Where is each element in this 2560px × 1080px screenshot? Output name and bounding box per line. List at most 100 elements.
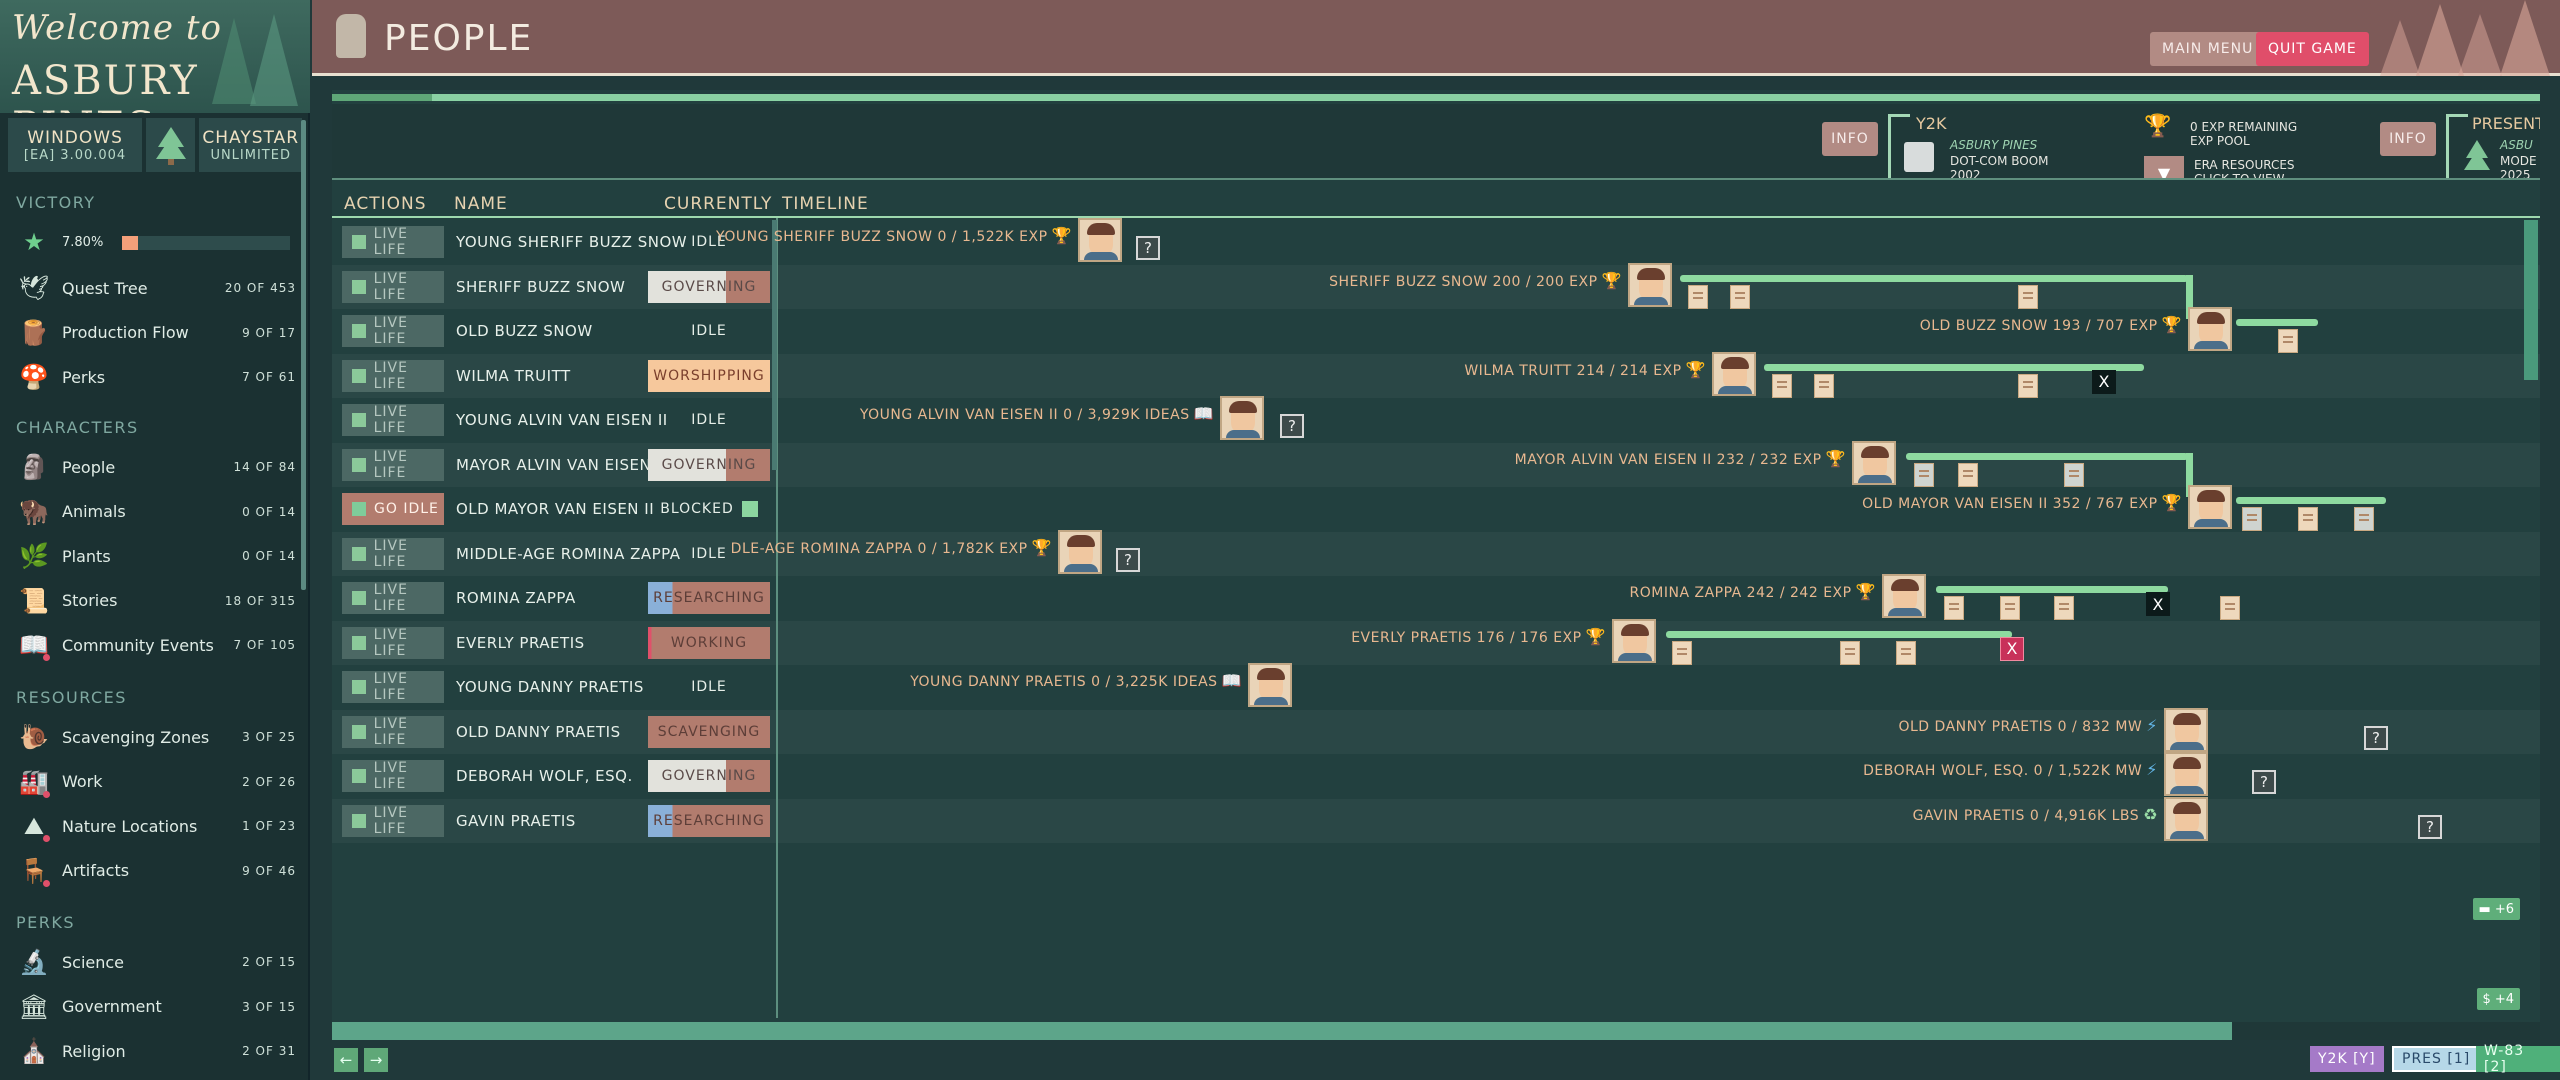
story-card-icon[interactable]	[1958, 462, 1978, 487]
go-idle-button[interactable]: GO IDLE	[342, 493, 444, 525]
story-card-icon[interactable]	[2018, 284, 2038, 309]
live-life-button[interactable]: LIVE LIFE	[342, 315, 444, 347]
close-icon[interactable]: X	[2146, 592, 2170, 616]
sidebar-item-production-flow[interactable]: 🪵 Production Flow 9 OF 17	[14, 313, 304, 353]
person-name[interactable]: OLD MAYOR VAN EISEN II	[456, 487, 654, 531]
portrait-avatar[interactable]	[2164, 752, 2208, 796]
story-card-icon[interactable]	[2298, 507, 2318, 531]
story-card-icon[interactable]	[1840, 640, 1860, 665]
sidebar-item-stories[interactable]: 📜 Stories 18 OF 315	[14, 581, 304, 621]
portrait-avatar[interactable]	[1220, 396, 1264, 440]
close-icon[interactable]: X	[2000, 636, 2024, 661]
portrait-avatar[interactable]	[1712, 351, 1756, 396]
portrait-avatar[interactable]	[1852, 440, 1896, 485]
portrait-avatar[interactable]	[1248, 663, 1292, 707]
live-life-button[interactable]: LIVE LIFE	[342, 270, 444, 303]
live-life-button[interactable]: LIVE LIFE	[342, 359, 444, 392]
portrait-avatar[interactable]	[2164, 707, 2208, 752]
quit-game-button[interactable]: QUIT GAME	[2256, 32, 2369, 66]
person-name[interactable]: MAYOR ALVIN VAN EISEN II	[456, 443, 666, 487]
portrait-avatar[interactable]	[1078, 218, 1122, 262]
story-card-icon[interactable]	[1896, 640, 1916, 665]
story-card-icon[interactable]	[1914, 462, 1934, 487]
unknown-question-button[interactable]: ?	[2364, 725, 2388, 750]
live-life-button[interactable]: LIVE LIFE	[342, 626, 444, 659]
portrait-avatar[interactable]	[2188, 307, 2232, 351]
scroll-right-button[interactable]: →	[364, 1048, 388, 1072]
portrait-avatar[interactable]	[2164, 796, 2208, 841]
sidebar-item-nature-locations[interactable]: ⛰ Nature Locations 1 OF 23	[14, 806, 304, 846]
story-card-icon[interactable]	[1814, 373, 1834, 398]
person-name[interactable]: YOUNG DANNY PRAETIS	[456, 665, 644, 709]
story-card-icon[interactable]	[1672, 640, 1692, 665]
story-card-icon[interactable]	[1772, 373, 1792, 398]
sidebar-item-government[interactable]: 🏛 Government 3 OF 15	[14, 987, 304, 1027]
story-card-icon[interactable]	[2278, 329, 2298, 353]
sidebar-item-people[interactable]: 🗿 People 14 OF 84	[14, 447, 304, 487]
live-life-button[interactable]: LIVE LIFE	[342, 537, 444, 570]
era-tab-y2k[interactable]: Y2K [Y]	[2310, 1046, 2384, 1072]
info-button[interactable]: INFO	[1822, 122, 1878, 156]
close-icon[interactable]: X	[2092, 369, 2116, 394]
portrait-avatar[interactable]	[1612, 618, 1656, 663]
story-card-icon[interactable]	[2054, 596, 2074, 620]
person-name[interactable]: MIDDLE-AGE ROMINA ZAPPA	[456, 532, 681, 576]
sidebar-item-animals[interactable]: 🦬 Animals 0 OF 14	[14, 492, 304, 532]
portrait-avatar[interactable]	[1628, 262, 1672, 307]
story-card-icon[interactable]	[2018, 373, 2038, 398]
era-tab-w83[interactable]: W-83 [2]	[2476, 1043, 2560, 1075]
person-name[interactable]: OLD DANNY PRAETIS	[456, 710, 621, 754]
person-name[interactable]: DEBORAH WOLF, ESQ.	[456, 754, 633, 798]
live-life-button[interactable]: LIVE LIFE	[342, 804, 444, 837]
timeline-horizontal-scrollbar[interactable]	[332, 1022, 2540, 1040]
sidebar-item-plants[interactable]: 🌿 Plants 0 OF 14	[14, 536, 304, 576]
person-name[interactable]: YOUNG ALVIN VAN EISEN II	[456, 398, 668, 442]
story-card-icon[interactable]	[2000, 596, 2020, 620]
story-card-icon[interactable]	[2354, 507, 2374, 531]
info-button-present[interactable]: INFO	[2380, 122, 2436, 156]
story-card-icon[interactable]	[2242, 507, 2262, 531]
sidebar-item-artifacts[interactable]: 🪑 Artifacts 9 OF 46	[14, 851, 304, 891]
live-life-button[interactable]: LIVE LIFE	[342, 760, 444, 792]
live-life-button[interactable]: LIVE LIFE	[342, 671, 444, 703]
story-card-icon[interactable]	[1944, 596, 1964, 620]
sidebar-item-perks[interactable]: 🍄 Perks 7 OF 61	[14, 357, 304, 397]
live-life-button[interactable]: LIVE LIFE	[342, 582, 444, 614]
story-card-icon[interactable]	[1688, 284, 1708, 309]
live-life-button[interactable]: LIVE LIFE	[342, 448, 444, 481]
portrait-avatar[interactable]	[1058, 529, 1102, 574]
unknown-question-button[interactable]: ?	[2252, 770, 2276, 794]
unknown-question-button[interactable]: ?	[1116, 547, 1140, 572]
portrait-avatar[interactable]	[2188, 485, 2232, 529]
unknown-question-button[interactable]: ?	[1136, 236, 1160, 260]
person-name[interactable]: EVERLY PRAETIS	[456, 621, 585, 665]
story-card-icon[interactable]	[1730, 284, 1750, 309]
era-tab-present[interactable]: PRES [1]	[2392, 1046, 2481, 1072]
era-resources-toggle-button[interactable]: ▼	[2144, 156, 2184, 178]
sidebar-item-community-events[interactable]: 📖 Community Events 7 OF 105	[14, 625, 304, 665]
sidebar-item-work[interactable]: 🏭 Work 2 OF 26	[14, 762, 304, 802]
live-life-button[interactable]: LIVE LIFE	[342, 404, 444, 436]
sidebar-scrollbar[interactable]	[301, 120, 306, 590]
story-card-icon[interactable]	[2064, 462, 2084, 487]
scroll-left-button[interactable]: ←	[334, 1048, 358, 1072]
person-name[interactable]: SHERIFF BUZZ SNOW	[456, 265, 625, 309]
sidebar-item-religion[interactable]: ⛪ Religion 2 OF 31	[14, 1031, 304, 1071]
person-name[interactable]: GAVIN PRAETIS	[456, 799, 576, 843]
sidebar-item-quest-tree[interactable]: 🕊 Quest Tree 20 OF 453	[14, 268, 304, 308]
timeline-area[interactable]: YOUNG SHERIFF BUZZ SNOW 0 / 1,522K EXP 🏆?…	[716, 218, 2540, 841]
person-name[interactable]: ROMINA ZAPPA	[456, 576, 576, 620]
unknown-question-button[interactable]: ?	[2418, 814, 2442, 839]
sidebar-item-scavenging-zones[interactable]: 🐌 Scavenging Zones 3 OF 25	[14, 717, 304, 757]
timeline-vertical-scrollbar[interactable]	[2524, 220, 2538, 380]
live-life-button[interactable]: LIVE LIFE	[342, 226, 444, 258]
main-menu-button[interactable]: MAIN MENU	[2150, 32, 2266, 66]
person-name[interactable]: OLD BUZZ SNOW	[456, 309, 593, 353]
portrait-avatar[interactable]	[1882, 574, 1926, 618]
unknown-question-button[interactable]: ?	[1280, 414, 1304, 438]
story-card-icon[interactable]	[2220, 596, 2240, 620]
rows-scrollbar[interactable]	[772, 220, 777, 470]
sidebar-item-science[interactable]: 🔬 Science 2 OF 15	[14, 942, 304, 982]
live-life-button[interactable]: LIVE LIFE	[342, 715, 444, 748]
person-name[interactable]: WILMA TRUITT	[456, 354, 571, 398]
